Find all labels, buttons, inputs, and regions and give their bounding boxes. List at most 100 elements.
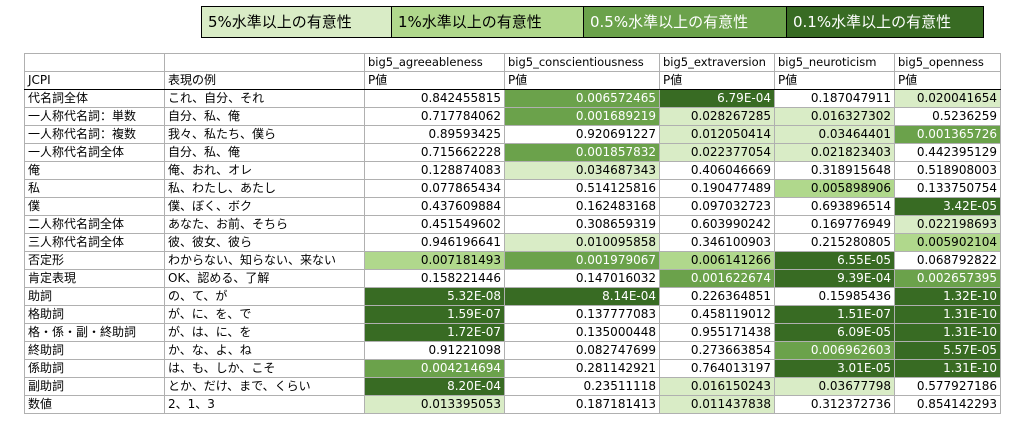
header-blank-1 bbox=[24, 53, 165, 72]
pvalue-cell: 0.717784062 bbox=[364, 107, 505, 126]
example-words: 俺、おれ、オレ bbox=[164, 161, 365, 180]
pvalue-cell: 0.346100903 bbox=[659, 233, 775, 252]
table-row: 格・係・副・終助詞 が、は、に、を 1.72E-07 0.135000448 0.955… bbox=[24, 323, 1001, 342]
pvalue-cell: 0.137777083 bbox=[504, 305, 660, 324]
pvalue-cell: 0.308659319 bbox=[504, 215, 660, 234]
table-row: 二人称代名詞全体 あなた、お前、そちら 0.451549602 0.308659319… bbox=[24, 215, 1001, 234]
header-row-labels: JCPI 表現の例 P値 P値 P値 P値 P値 bbox=[24, 71, 1001, 90]
jcpi-category: 格助詞 bbox=[24, 305, 165, 324]
example-words: が、は、に、を bbox=[164, 323, 365, 342]
jcpi-category: 僕 bbox=[24, 197, 165, 216]
table-row: 終助詞 か、な、よ、ね 0.91221098 0.082747699 0.2736638… bbox=[24, 341, 1001, 360]
example-words: は、も、しか、こそ bbox=[164, 359, 365, 378]
pvalue-cell: 0.001689219 bbox=[504, 107, 660, 126]
jcpi-category: 助詞 bbox=[24, 287, 165, 306]
example-words: 我々、私たち、僕ら bbox=[164, 125, 365, 144]
table-row: 僕僕、ぼく、ボク 0.437609884 0.162483168 0.09703272… bbox=[24, 197, 1001, 216]
pvalue-cell: 0.097032723 bbox=[659, 197, 775, 216]
table-row: 一人称代名詞全体 自分、私、俺 0.715662228 0.001857832 0.02… bbox=[24, 143, 1001, 162]
pvalue-cell: 0.577927186 bbox=[894, 377, 1001, 396]
legend-1-percent: 1%水準以上の有意性 bbox=[392, 7, 584, 37]
pvalue-cell: 0.693896514 bbox=[774, 197, 895, 216]
header-pvalue: P値 bbox=[504, 71, 660, 90]
pvalue-cell: 0.955171438 bbox=[659, 323, 775, 342]
pvalue-cell: 0.021823403 bbox=[774, 143, 895, 162]
pvalue-cell: 0.187047911 bbox=[774, 89, 895, 108]
pvalue-cell: 5.32E-08 bbox=[364, 287, 505, 306]
pvalue-cell: 3.01E-05 bbox=[774, 359, 895, 378]
pvalue-cell: 0.016327302 bbox=[774, 107, 895, 126]
table-row: 一人称代名詞：単数 自分、私、俺 0.717784062 0.001689219 0.0… bbox=[24, 107, 1001, 126]
example-words: が、に、を、で bbox=[164, 305, 365, 324]
pvalue-cell: 0.458119012 bbox=[659, 305, 775, 324]
pvalue-cell: 0.135000448 bbox=[504, 323, 660, 342]
table-row: 数値 2、1、3 0.013395053 0.187181413 0.011437838… bbox=[24, 395, 1001, 414]
example-words: 自分、私、俺 bbox=[164, 107, 365, 126]
pvalue-cell: 1.72E-07 bbox=[364, 323, 505, 342]
pvalue-cell: 0.012050414 bbox=[659, 125, 775, 144]
table-row: 格助詞 が、に、を、で 1.59E-07 0.137777083 0.458119012… bbox=[24, 305, 1001, 324]
pvalue-cell: 0.764013197 bbox=[659, 359, 775, 378]
pvalue-cell: 0.451549602 bbox=[364, 215, 505, 234]
pvalue-cell: 0.002657395 bbox=[894, 269, 1001, 288]
example-words: わからない、知らない、来ない bbox=[164, 251, 365, 270]
jcpi-category: 終助詞 bbox=[24, 341, 165, 360]
pvalue-cell: 0.437609884 bbox=[364, 197, 505, 216]
pvalue-cell: 0.03677798 bbox=[774, 377, 895, 396]
table-row: 三人称代名詞全体 彼、彼女、彼ら 0.946196641 0.010095858 0.3… bbox=[24, 233, 1001, 252]
jcpi-category: 俺 bbox=[24, 161, 165, 180]
pvalue-cell: 6.09E-05 bbox=[774, 323, 895, 342]
pvalue-cell: 0.022377054 bbox=[659, 143, 775, 162]
pvalue-cell: 0.001979067 bbox=[504, 251, 660, 270]
pvalue-cell: 0.133750754 bbox=[894, 179, 1001, 198]
legend-5-percent: 5%水準以上の有意性 bbox=[202, 7, 392, 37]
example-words: あなた、お前、そちら bbox=[164, 215, 365, 234]
pvalue-cell: 0.920691227 bbox=[504, 125, 660, 144]
legend-0-1-percent: 0.1%水準以上の有意性 bbox=[787, 7, 983, 37]
header-pvalue: P値 bbox=[894, 71, 1001, 90]
pvalue-cell: 0.011437838 bbox=[659, 395, 775, 414]
pvalue-cell: 0.005902104 bbox=[894, 233, 1001, 252]
pvalue-cell: 0.91221098 bbox=[364, 341, 505, 360]
example-words: とか、だけ、まで、くらい bbox=[164, 377, 365, 396]
table-row: 係助詞 は、も、しか、こそ 0.004214694 0.281142921 0.7640… bbox=[24, 359, 1001, 378]
pvalue-cell: 0.946196641 bbox=[364, 233, 505, 252]
pvalue-cell: 0.006962603 bbox=[774, 341, 895, 360]
pvalue-cell: 5.57E-05 bbox=[894, 341, 1001, 360]
pvalue-cell: 0.158221446 bbox=[364, 269, 505, 288]
pvalue-cell: 0.273663854 bbox=[659, 341, 775, 360]
jcpi-category: 係助詞 bbox=[24, 359, 165, 378]
pvalue-cell: 1.31E-10 bbox=[894, 305, 1001, 324]
pvalue-cell: 0.518908003 bbox=[894, 161, 1001, 180]
jcpi-category: 副助詞 bbox=[24, 377, 165, 396]
header-pvalue: P値 bbox=[364, 71, 505, 90]
pvalue-cell: 0.028267285 bbox=[659, 107, 775, 126]
pvalue-cell: 0.89593425 bbox=[364, 125, 505, 144]
pvalue-cell: 0.007181493 bbox=[364, 251, 505, 270]
example-words: OK、認める、了解 bbox=[164, 269, 365, 288]
pvalue-cell: 0.603990242 bbox=[659, 215, 775, 234]
header-pvalue: P値 bbox=[774, 71, 895, 90]
pvalue-cell: 0.715662228 bbox=[364, 143, 505, 162]
pvalue-cell: 1.59E-07 bbox=[364, 305, 505, 324]
pvalue-table: big5_agreeableness big5_conscientiousnes… bbox=[24, 53, 1001, 414]
pvalue-cell: 0.842455815 bbox=[364, 89, 505, 108]
table-row: 助詞 の、て、が 5.32E-08 8.14E-04 0.226364851 0.1598… bbox=[24, 287, 1001, 306]
jcpi-category: 一人称代名詞：単数 bbox=[24, 107, 165, 126]
example-words: 彼、彼女、彼ら bbox=[164, 233, 365, 252]
pvalue-cell: 0.004214694 bbox=[364, 359, 505, 378]
pvalue-cell: 0.15985436 bbox=[774, 287, 895, 306]
pvalue-cell: 0.128874083 bbox=[364, 161, 505, 180]
pvalue-cell: 0.23511118 bbox=[504, 377, 660, 396]
legend-0-5-percent: 0.5%水準以上の有意性 bbox=[584, 7, 787, 37]
pvalue-cell: 8.14E-04 bbox=[504, 287, 660, 306]
pvalue-cell: 1.51E-07 bbox=[774, 305, 895, 324]
pvalue-cell: 0.082747699 bbox=[504, 341, 660, 360]
header-trait: big5_neuroticism bbox=[774, 53, 895, 72]
example-words: 僕、ぼく、ボク bbox=[164, 197, 365, 216]
pvalue-cell: 0.442395129 bbox=[894, 143, 1001, 162]
table-row: 代名詞全体 これ、自分、それ 0.842455815 0.006572465 6.79E… bbox=[24, 89, 1001, 108]
pvalue-cell: 1.32E-10 bbox=[894, 287, 1001, 306]
example-words: 2、1、3 bbox=[164, 395, 365, 414]
pvalue-cell: 0.001365726 bbox=[894, 125, 1001, 144]
